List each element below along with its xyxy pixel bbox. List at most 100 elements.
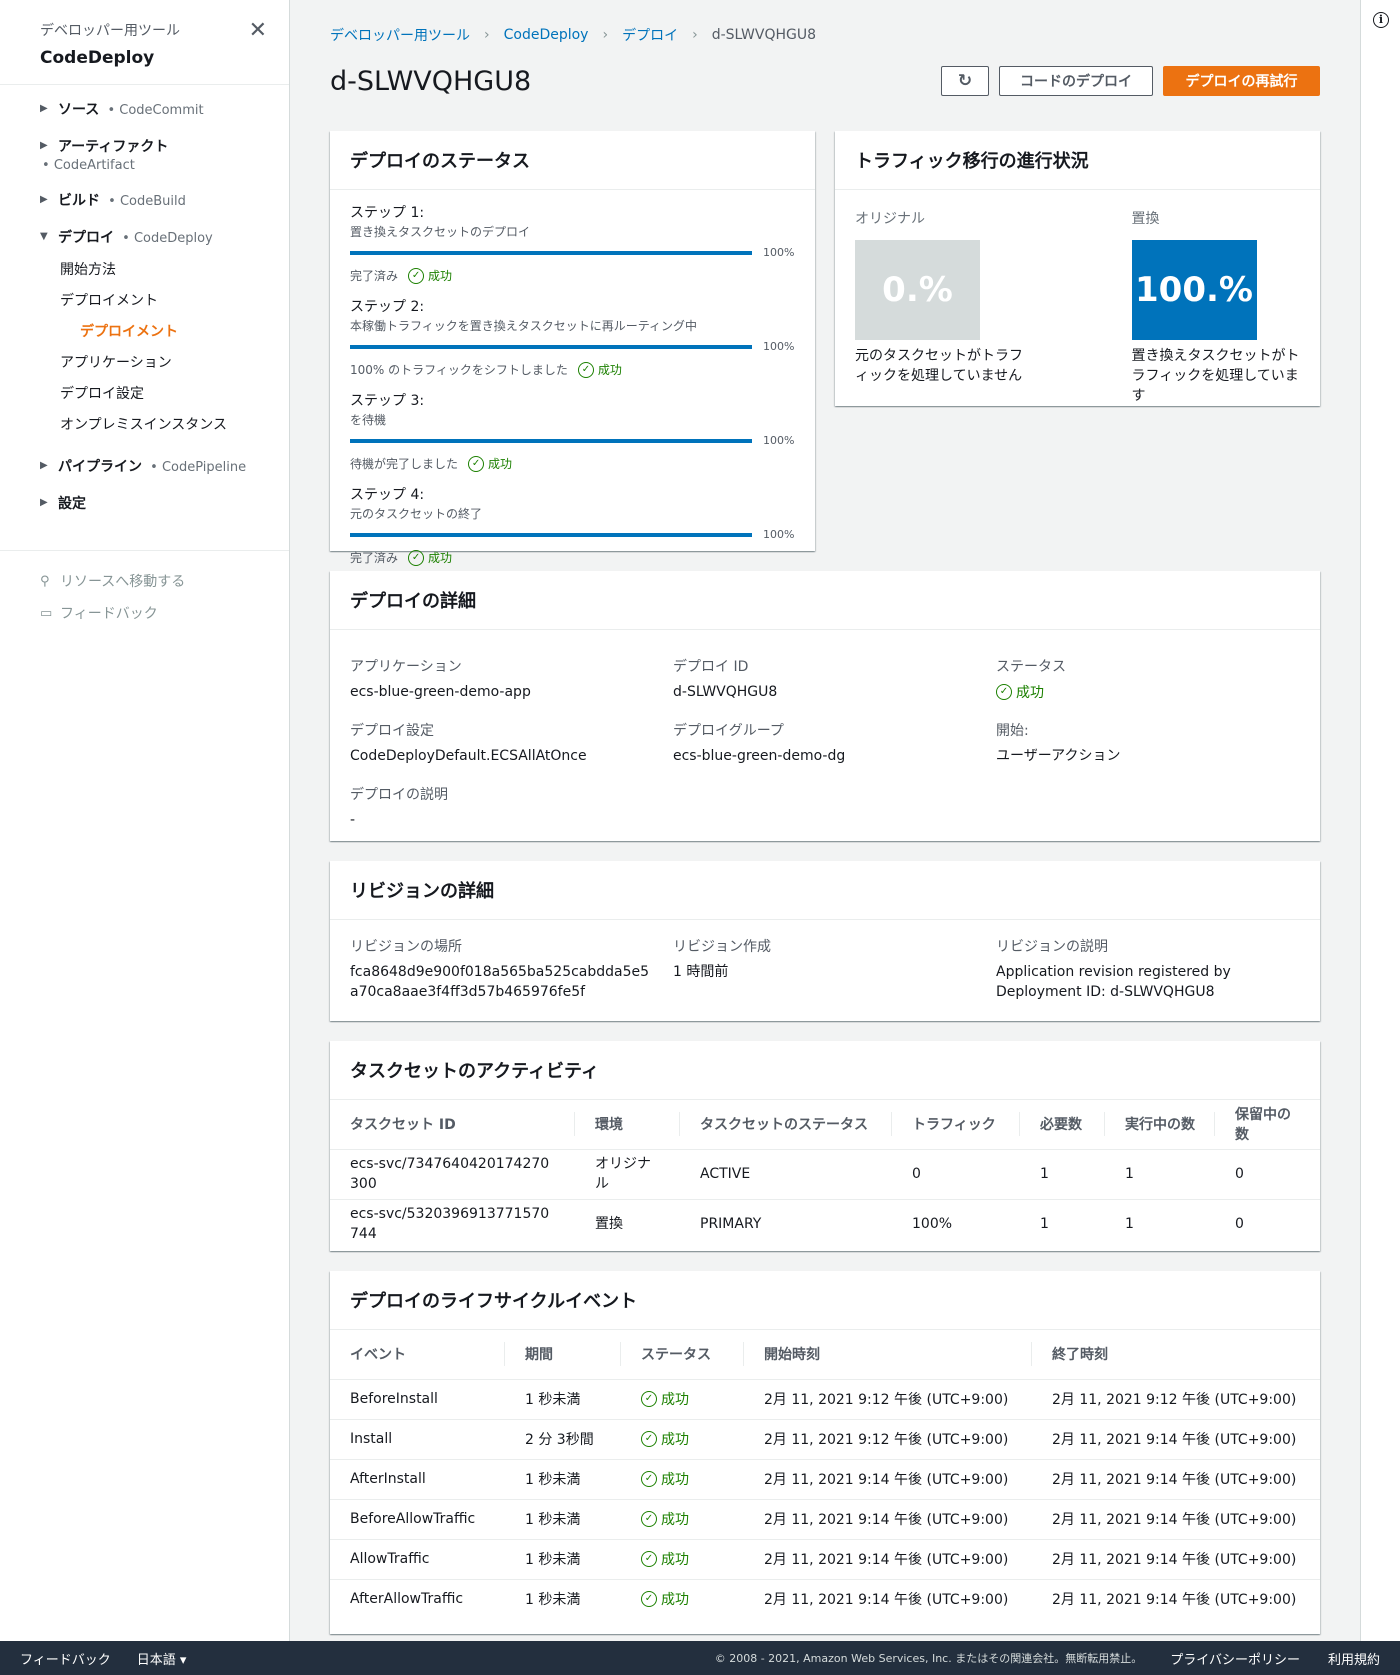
sidebar-group-sub: CodeDeploy (133, 231, 213, 246)
terms-link[interactable]: 利用規約 (1328, 1649, 1380, 1668)
step-3: ステップ 3: を待機 100% 待機が完了しました ✓ 成功 (350, 390, 795, 472)
retry-deploy-button[interactable]: デプロイの再試行 (1163, 66, 1320, 96)
sidebar-item-deploy-configs[interactable]: デプロイ設定 (40, 377, 289, 408)
col-header[interactable]: タスクセットのステータス (680, 1100, 892, 1150)
col-header[interactable]: 終了時刻 (1032, 1330, 1320, 1380)
col-header[interactable]: 開始時刻 (744, 1330, 1032, 1380)
sidebar-tools: ⚲ リソースへ移動する ▭ フィードバック (0, 551, 289, 623)
traffic-value-box: 0.% (855, 240, 980, 340)
sidebar-group-settings[interactable]: ▶ 設定 (40, 493, 289, 513)
table-row: ecs-svc/5320396913771570744 置換 PRIMARY 1… (350, 1206, 1244, 1243)
col-header[interactable]: 実行中の数 (1105, 1100, 1215, 1150)
caret-down-icon: ▼ (40, 231, 48, 242)
kv-config: デプロイ設定 CodeDeployDefault.ECSAllAtOnce (350, 723, 587, 764)
revision-location-link[interactable]: fca8648d9e900f018a565ba525cabdda5e5a70ca… (350, 962, 650, 1002)
step-status: 完了済み (350, 551, 399, 565)
step-title: ステップ 3: (350, 393, 425, 409)
chevron-right-icon: › (602, 27, 609, 43)
copyright: © 2008 - 2021, Amazon Web Services, Inc.… (714, 1652, 1143, 1665)
breadcrumb-current: d-SLWVQHGU8 (711, 27, 817, 43)
sidebar-group-build[interactable]: ▶ ビルド • CodeBuild (40, 190, 289, 210)
privacy-link[interactable]: プライバシーポリシー (1170, 1649, 1300, 1668)
progress-bar (350, 344, 752, 349)
col-header[interactable]: 期間 (505, 1330, 621, 1380)
application-link[interactable]: ecs-blue-green-demo-app (350, 684, 531, 700)
breadcrumb-dev-tools[interactable]: デベロッパー用ツール (330, 25, 470, 45)
deploy-code-button[interactable]: コードのデプロイ (999, 66, 1153, 96)
step-title: ステップ 1: (350, 205, 425, 221)
sidebar-item-deployments-active[interactable]: デプロイメント (40, 315, 289, 346)
sidebar-kicker: デベロッパー用ツール (40, 23, 180, 39)
col-header[interactable]: 必要数 (1020, 1100, 1105, 1150)
col-header[interactable]: イベント (330, 1330, 505, 1380)
sidebar-group-label: アーティファクト (58, 139, 169, 155)
sidebar-group-source[interactable]: ▶ ソース • CodeCommit (40, 99, 289, 119)
sidebar-group-pipeline[interactable]: ▶ パイプライン • CodePipeline (40, 456, 289, 476)
footer: フィードバック 日本語 ▾ © 2008 - 2021, Amazon Web … (0, 1641, 1400, 1675)
step-status: 完了済み (350, 269, 399, 283)
check-circle-icon: ✓ (641, 1591, 657, 1608)
step-desc: 元のタスクセットの終了 (350, 507, 483, 521)
kv-description: デプロイの説明 - (350, 787, 448, 828)
config-link[interactable]: CodeDeployDefault.ECSAllAtOnce (350, 748, 587, 764)
breadcrumb-deploy[interactable]: デプロイ (622, 25, 678, 45)
progress-label: 100% (763, 434, 795, 447)
success-badge: ✓ 成功 (641, 1589, 689, 1609)
info-icon[interactable]: i (1373, 12, 1389, 28)
sidebar-group-sub: CodeCommit (119, 103, 204, 118)
traffic-desc: 置き換えタスクセットがトラフィックを処理しています (1131, 348, 1300, 404)
breadcrumb-codedeploy[interactable]: CodeDeploy (504, 27, 589, 43)
step-4: ステップ 4: 元のタスクセットの終了 100% 完了済み ✓ 成功 (350, 484, 795, 566)
check-circle-icon: ✓ (641, 1471, 657, 1487)
col-header[interactable]: トラフィック (892, 1100, 1020, 1150)
progress-label: 100% (763, 246, 795, 259)
sidebar-group-label: ビルド (58, 193, 100, 209)
col-header[interactable]: タスクセット ID (330, 1100, 575, 1150)
sidebar-item-onprem[interactable]: オンプレミスインスタンス (40, 408, 289, 439)
goto-resource-link[interactable]: ⚲ リソースへ移動する (40, 571, 289, 591)
sidebar-item-applications[interactable]: アプリケーション (40, 346, 289, 377)
panel-title: タスクセットのアクティビティ (330, 1041, 1320, 1100)
step-desc: を待機 (350, 413, 387, 427)
page-title: d-SLWVQHGU8 (330, 65, 532, 97)
step-1: ステップ 1: 置き換えタスクセットのデプロイ 100% 完了済み ✓ 成功 (350, 202, 795, 284)
sidebar-group-deploy[interactable]: ▼ デプロイ • CodeDeploy 開始方法 デプロイメント デプロイメント… (40, 227, 289, 439)
sidebar: デベロッパー用ツール CodeDeploy ✕ ▶ ソース • CodeComm… (0, 0, 290, 1641)
revision-panel: リビジョンの詳細 リビジョンの場所 fca8648d9e900f018a565ba… (330, 861, 1320, 1021)
footer-feedback-link[interactable]: フィードバック (20, 1649, 111, 1668)
deploy-detail-panel: デプロイの詳細 アプリケーション ecs-blue-green-demo-app … (330, 571, 1320, 841)
sidebar-item-deployments[interactable]: デプロイメント (40, 284, 289, 315)
close-icon[interactable]: ✕ (249, 18, 267, 43)
kv-revision-description: リビジョンの説明 Application revision registered … (996, 939, 1231, 1000)
sidebar-group-artifact[interactable]: ▶ アーティファクト • CodeArtifact (40, 136, 289, 173)
col-header[interactable]: 保留中の数 (1215, 1100, 1320, 1150)
col-header[interactable]: ステータス (621, 1330, 744, 1380)
check-circle-icon: ✓ (408, 549, 425, 566)
success-badge: ✓ 成功 (408, 549, 452, 566)
table-row: BeforeAllowTraffic 1 秒未満 ✓ 成功 2月 11, 2021 9:… (330, 1499, 1320, 1540)
traffic-replacement: 置換 100.% 置き換えタスクセットがトラフィックを処理しています (1131, 208, 1301, 406)
traffic-label: オリジナル (855, 211, 925, 227)
success-badge: ✓ 成功 (641, 1509, 689, 1529)
lifecycle-table: イベント 期間 ステータス 開始時刻 終了時刻 BeforeInstall 1 秒… (330, 1330, 1320, 1619)
col-header[interactable]: 環境 (575, 1100, 680, 1150)
caret-right-icon: ▶ (40, 497, 48, 508)
caret-right-icon: ▶ (40, 460, 48, 471)
progress-bar (350, 250, 752, 255)
refresh-button[interactable]: ↻ (941, 66, 989, 96)
traffic-value-box: 100.% (1131, 240, 1257, 340)
check-circle-icon: ✓ (641, 1391, 657, 1407)
success-badge: ✓ 成功 (641, 1549, 689, 1569)
panel-title: デプロイのライフサイクルイベント (330, 1271, 1320, 1330)
feedback-link[interactable]: ▭ フィードバック (40, 603, 289, 623)
language-selector[interactable]: 日本語 ▾ (137, 1649, 187, 1668)
deploy-group-link[interactable]: ecs-blue-green-demo-dg (673, 748, 845, 764)
header-actions: ↻ コードのデプロイ デプロイの再試行 (941, 66, 1320, 96)
step-title: ステップ 2: (350, 299, 425, 315)
sidebar-group-label: パイプライン (58, 459, 142, 475)
table-row: ecs-svc/7347640420174270300 オリジナル ACTIVE… (330, 1149, 1320, 1200)
step-desc: 置き換えタスクセットのデプロイ (350, 225, 531, 239)
sidebar-title[interactable]: CodeDeploy (40, 48, 249, 68)
sidebar-item-getting-started[interactable]: 開始方法 (40, 253, 289, 284)
panel-title: トラフィック移行の進行状況 (835, 131, 1320, 190)
